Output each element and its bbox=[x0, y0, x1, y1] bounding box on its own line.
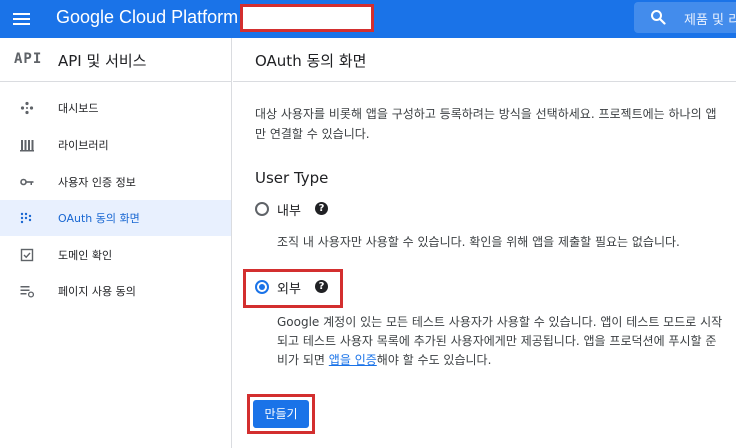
sidebar-item-label: 도메인 확인 bbox=[58, 249, 113, 262]
help-icon[interactable]: ? bbox=[315, 202, 328, 215]
sidebar-item-label: 사용자 인증 정보 bbox=[58, 176, 136, 189]
project-selector[interactable] bbox=[240, 4, 374, 32]
dashboard-icon bbox=[20, 101, 34, 115]
sidebar-item-label: 대시보드 bbox=[58, 102, 99, 115]
sidebar-item-domain-verification[interactable]: 도메인 확인 bbox=[0, 237, 231, 273]
intro-text: 대상 사용자를 비롯해 앱을 구성하고 등록하려는 방식을 선택하세요. 프로젝… bbox=[255, 107, 717, 141]
consent-icon bbox=[20, 212, 32, 224]
external-description: Google 계정이 있는 모든 테스트 사용자가 사용할 수 있습니다. 앱이… bbox=[277, 313, 723, 370]
search-placeholder[interactable]: 제품 및 리 bbox=[684, 9, 736, 28]
sidebar-item-label: 라이브러리 bbox=[58, 139, 109, 152]
help-icon[interactable]: ? bbox=[315, 280, 328, 293]
page-header: OAuth 동의 화면 bbox=[233, 38, 736, 82]
brand-title[interactable]: Google Cloud Platform bbox=[56, 7, 238, 28]
internal-label[interactable]: 내부 bbox=[277, 200, 301, 219]
sidebar-header: API API 및 서비스 bbox=[0, 38, 231, 82]
sidebar-item-label: OAuth 동의 화면 bbox=[58, 212, 140, 225]
settings-list-icon bbox=[20, 286, 34, 298]
main-content: OAuth 동의 화면 대상 사용자를 비롯해 앱을 구성하고 등록하려는 방식… bbox=[233, 38, 736, 448]
create-button[interactable]: 만들기 bbox=[253, 400, 309, 428]
sidebar-item-page-usage-agreement[interactable]: 페이지 사용 동의 bbox=[0, 273, 231, 309]
checkbox-icon bbox=[20, 248, 34, 262]
external-desc-text-end: 해야 할 수도 있습니다. bbox=[376, 353, 492, 367]
sidebar-item-credentials[interactable]: 사용자 인증 정보 bbox=[0, 164, 231, 200]
sidebar: API API 및 서비스 대시보드 라이브러리 사용자 인증 정보 OAuth… bbox=[0, 38, 232, 448]
key-icon bbox=[20, 178, 34, 186]
external-radio[interactable] bbox=[255, 280, 269, 294]
external-label[interactable]: 외부 bbox=[277, 278, 301, 297]
top-app-bar: Google Cloud Platform 제품 및 리 bbox=[0, 0, 736, 38]
sidebar-item-library[interactable]: 라이브러리 bbox=[0, 127, 231, 163]
search-icon[interactable] bbox=[650, 9, 666, 25]
user-type-heading: User Type bbox=[255, 169, 329, 187]
sidebar-title: API 및 서비스 bbox=[58, 52, 147, 70]
sidebar-item-label: 페이지 사용 동의 bbox=[58, 285, 136, 298]
page-title: OAuth 동의 화면 bbox=[255, 52, 367, 70]
internal-radio[interactable] bbox=[255, 202, 269, 216]
sidebar-item-oauth-consent[interactable]: OAuth 동의 화면 bbox=[0, 200, 231, 236]
sidebar-item-dashboard[interactable]: 대시보드 bbox=[0, 90, 231, 126]
library-icon bbox=[20, 140, 34, 152]
api-logo: API bbox=[14, 51, 43, 67]
hamburger-menu-icon[interactable] bbox=[10, 7, 34, 31]
verify-app-link[interactable]: 앱을 인증 bbox=[329, 353, 377, 367]
internal-description: 조직 내 사용자만 사용할 수 있습니다. 확인을 위해 앱을 제출할 필요는 … bbox=[277, 235, 680, 249]
